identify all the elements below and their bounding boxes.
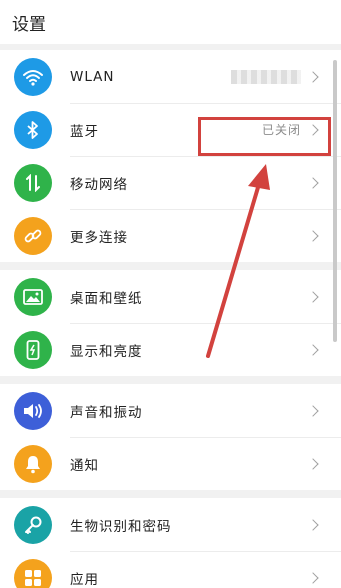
annotation-arrow (206, 164, 270, 358)
